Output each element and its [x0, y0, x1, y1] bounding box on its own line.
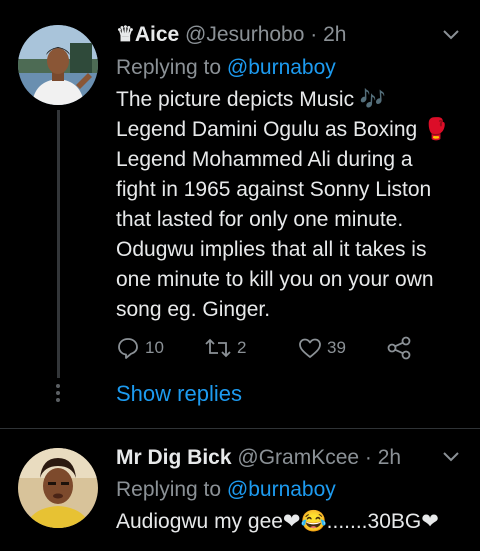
tweet-line: Odugwu implies that all it takes is — [116, 238, 427, 261]
timestamp[interactable]: 2h — [323, 23, 346, 46]
thread-line — [57, 110, 60, 378]
tweet-line: Legend Mohammed Ali during a — [116, 148, 413, 171]
replying-to: Replying to @burnaboy — [116, 55, 336, 81]
share-button[interactable] — [386, 335, 412, 361]
tweet-line: fight in 1965 against Sonny Liston — [116, 178, 432, 201]
handle[interactable]: @GramKcee — [237, 446, 359, 469]
tweet-line: The picture depicts Music 🎶 — [116, 88, 387, 111]
tweet-line: song eg. Ginger. — [116, 298, 271, 321]
separator: · — [310, 23, 318, 46]
show-replies-link[interactable]: Show replies — [116, 380, 242, 408]
chevron-down-icon[interactable] — [442, 26, 460, 44]
mention-link[interactable]: @burnaboy — [227, 478, 336, 501]
replying-to: Replying to @burnaboy — [116, 477, 336, 503]
avatar[interactable] — [18, 25, 98, 105]
avatar[interactable] — [18, 448, 98, 528]
tweet-text: The picture depicts Music 🎶 Legend Damin… — [116, 85, 466, 325]
reply-button[interactable]: 10 — [116, 335, 164, 361]
replying-prefix: Replying to — [116, 56, 222, 79]
tweet-line: that lasted for only one minute. — [116, 208, 404, 231]
handle[interactable]: @Jesurhobo — [185, 23, 304, 46]
thread-dots — [54, 384, 62, 405]
retweet-count: 2 — [237, 338, 247, 357]
tweet-header: ♛Aice @Jesurhobo · 2h — [116, 22, 346, 48]
display-name[interactable]: Aice — [135, 23, 179, 46]
reply-count: 10 — [145, 338, 164, 357]
tweet-line: Legend Damini Ogulu as Boxing 🥊 — [116, 118, 450, 141]
chevron-down-icon[interactable] — [442, 448, 460, 466]
display-name[interactable]: Mr Dig Bick — [116, 446, 232, 469]
tweet[interactable]: ♛Aice @Jesurhobo · 2h Replying to @burna… — [0, 0, 480, 428]
mention-link[interactable]: @burnaboy — [227, 56, 336, 79]
like-icon — [299, 338, 321, 358]
retweet-button[interactable]: 2 — [204, 335, 246, 361]
like-count: 39 — [327, 338, 346, 357]
like-button[interactable]: 39 — [298, 335, 346, 361]
separator: · — [364, 446, 372, 469]
tweet-text: Audiogwu my gee❤😂.......30BG❤ — [116, 510, 439, 533]
crown-icon: ♛ — [116, 23, 135, 46]
reply-icon — [118, 338, 138, 359]
timestamp[interactable]: 2h — [378, 446, 401, 469]
retweet-icon — [205, 338, 231, 358]
tweet[interactable]: Mr Dig Bick @GramKcee · 2h Replying to @… — [0, 428, 480, 551]
replying-prefix: Replying to — [116, 478, 222, 501]
tweet-header: Mr Dig Bick @GramKcee · 2h — [116, 445, 401, 471]
tweet-line: one minute to kill you on your own — [116, 268, 434, 291]
share-icon — [387, 336, 411, 360]
